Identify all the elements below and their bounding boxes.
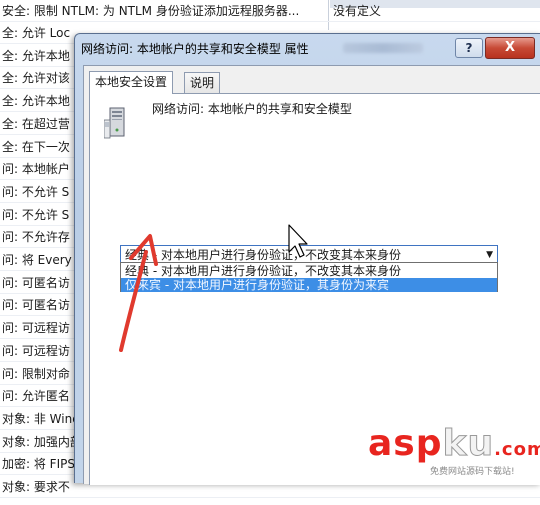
policy-row-label: 问: 可匿名访 [2, 275, 70, 290]
select-value: 经典 - 对本地用户进行身份验证，不改变其本来身份 [125, 248, 401, 262]
policy-row-setting: 没有定义 [333, 4, 382, 18]
title-blurred-region [343, 43, 423, 53]
policy-row-label: 全: 允许 Loc [2, 26, 71, 40]
dialog-client-area: 本地安全设置 说明 网络访问: 本地帐户的共享和安全模型 经典 - 对本地用户进… [83, 65, 540, 485]
dialog-title: 网络访问: 本地帐户的共享和安全模型 属性 [81, 42, 309, 56]
policy-row-label: 全: 在超过营 [2, 116, 70, 131]
policy-name-label: 网络访问: 本地帐户的共享和安全模型 [152, 102, 352, 116]
policy-row-label: 问: 不允许存 [2, 230, 70, 245]
policy-row-label: 全: 允许对该 [2, 71, 70, 86]
policy-row-label: 全: 允许本地 [2, 94, 70, 109]
policy-row-label: 问: 可匿名访 [2, 298, 70, 313]
select-dropdown-list: 经典 - 对本地用户进行身份验证，不改变其本来身份 仅来宾 - 对本地用户进行身… [120, 262, 498, 292]
watermark-logo: aspku.com 免费网站源码下载站! [368, 423, 540, 480]
policy-row-label: 问: 可远程访 [2, 321, 70, 336]
policy-row-label: 全: 允许本地 [2, 48, 70, 63]
computer-icon [104, 107, 125, 139]
policy-row-label: 全: 在下一次 [2, 139, 70, 154]
title-bar[interactable]: 网络访问: 本地帐户的共享和安全模型 属性 ? X [75, 34, 540, 62]
watermark-subtitle: 免费网站源码下载站! [430, 467, 515, 477]
policy-row-label: 问: 允许匿名 [2, 389, 70, 404]
option-classic[interactable]: 经典 - 对本地用户进行身份验证，不改变其本来身份 [121, 264, 497, 278]
policy-row-label: 问: 可远程访 [2, 343, 70, 358]
policy-row-label: 问: 本地帐户 [2, 162, 70, 177]
properties-dialog: 网络访问: 本地帐户的共享和安全模型 属性 ? X 本地安全设置 说明 网络访问… [74, 33, 540, 485]
option-guest-only[interactable]: 仅来宾 - 对本地用户进行身份验证，其身份为来宾 [121, 278, 497, 292]
tab-explain[interactable]: 说明 [184, 72, 221, 93]
close-button[interactable]: X [485, 37, 535, 59]
watermark-domain: .com [494, 439, 540, 460]
watermark-brand-white: ku [442, 423, 495, 464]
watermark-brand-red: asp [368, 423, 443, 464]
help-button[interactable]: ? [455, 38, 483, 58]
tab-local-security-setting[interactable]: 本地安全设置 [89, 71, 174, 94]
policy-row-label: 加密: 将 FIPS [2, 457, 75, 472]
policy-row-label: 问: 不允许 S [2, 207, 70, 222]
policy-row-label: 问: 将 Every [2, 253, 72, 267]
policy-row-label: 安全: 限制 NTLM: 为 NTLM 身份验证添加远程服务器... [2, 4, 300, 18]
model-select[interactable]: 经典 - 对本地用户进行身份验证，不改变其本来身份 ▼ [120, 245, 498, 263]
policy-row-label: 问: 限制对命 [2, 366, 70, 381]
policy-row-label: 对象: 非 Wind [2, 411, 80, 426]
policy-row-label: 对象: 加强内部 [2, 434, 82, 449]
policy-row-label: 问: 不允许 S [2, 184, 70, 199]
policy-row-top[interactable]: 安全: 限制 NTLM: 为 NTLM 身份验证添加远程服务器... [0, 0, 540, 22]
dropdown-arrow-icon[interactable]: ▼ [486, 247, 493, 263]
policy-row-label: 对象: 要求不 [2, 480, 70, 494]
